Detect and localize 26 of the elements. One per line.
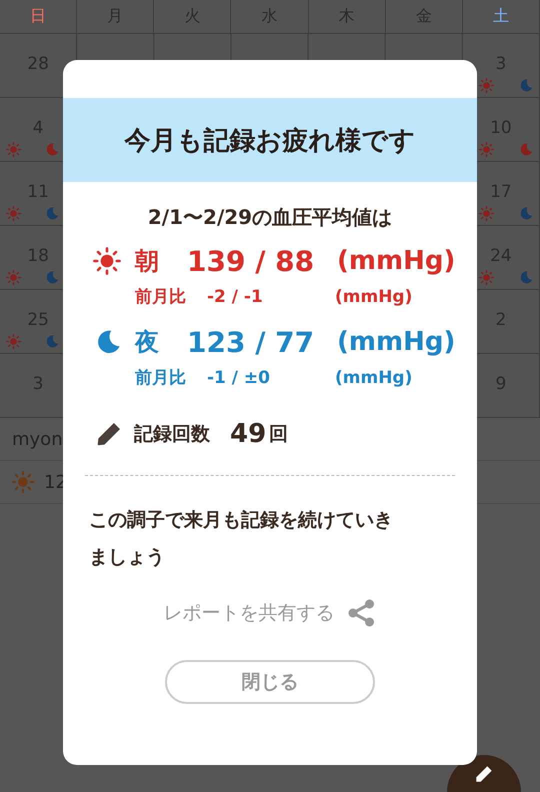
count-label: 記録回数 [134, 422, 210, 447]
share-icon [346, 598, 376, 628]
encouragement-message: この調子で来月も記録を続けていきましょう [89, 508, 394, 570]
period-text: 2/1〜2/29の血圧平均値は [146, 204, 394, 231]
weekday-label: 日 [0, 0, 78, 33]
unit-label: (mmHg) [337, 246, 456, 276]
count-unit: 回 [269, 422, 288, 447]
pressure-value: 139 / 88 [187, 244, 316, 278]
time-label: 夜 [135, 327, 160, 358]
share-button[interactable]: レポートを共有する [160, 594, 380, 632]
comparison-label: 前月比 [135, 367, 187, 389]
comparison-value: -1 / ±0 [207, 368, 272, 388]
unit-label: (mmHg) [337, 327, 456, 357]
close-button[interactable]: 閉じる [165, 660, 375, 704]
sun-icon [12, 471, 34, 493]
time-label: 朝 [135, 246, 160, 277]
comparison-value: -2 / -1 [207, 286, 264, 306]
pencil-icon [95, 420, 122, 448]
weekday-label: 土 [462, 0, 540, 33]
comparison-label: 前月比 [135, 286, 187, 308]
count-value: 49 [230, 419, 266, 449]
sun-icon [93, 247, 121, 275]
unit-label: (mmHg) [335, 368, 412, 388]
pressure-value: 123 / 77 [187, 326, 316, 358]
unit-label: (mmHg) [335, 286, 412, 306]
dialog-title: 今月も記録お疲れ様です [124, 124, 416, 158]
